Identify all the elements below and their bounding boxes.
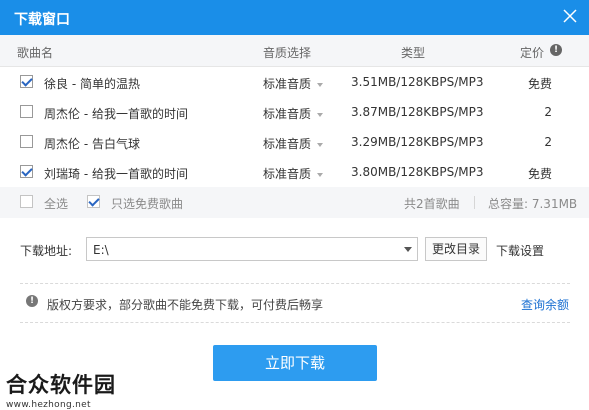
close-icon[interactable] bbox=[563, 9, 577, 23]
select-all-label[interactable]: 全选 bbox=[44, 195, 68, 212]
chevron-down-icon bbox=[317, 142, 324, 147]
song-name: 周杰伦 - 告白气球 bbox=[44, 137, 140, 151]
chevron-down-icon bbox=[317, 82, 324, 87]
divider bbox=[20, 283, 570, 284]
info-icon[interactable]: ! bbox=[550, 44, 562, 56]
table-header: 歌曲名 音质选择 类型 定价 ! bbox=[0, 35, 589, 67]
watermark-title: 合众软件园 bbox=[6, 373, 116, 397]
table-row[interactable]: 周杰伦 - 告白气球 标准音质 3.29MB/128KBPS/MP3 2 bbox=[0, 127, 589, 157]
row-checkbox[interactable] bbox=[20, 75, 33, 88]
quality-label: 标准音质 bbox=[263, 137, 312, 151]
window-title: 下载窗口 bbox=[14, 12, 70, 28]
song-price: 2 bbox=[544, 135, 552, 149]
song-type: 3.51MB/128KBPS/MP3 bbox=[351, 75, 484, 89]
download-path-value: E:\ bbox=[93, 243, 109, 257]
only-free-checkbox[interactable] bbox=[87, 195, 100, 208]
table-row[interactable]: 徐良 - 简单的温热 标准音质 3.51MB/128KBPS/MP3 免费 bbox=[0, 67, 589, 97]
quality-label: 标准音质 bbox=[263, 107, 312, 121]
song-name: 刘瑞琦 - 给我一首歌的时间 bbox=[44, 167, 188, 181]
quality-select[interactable]: 标准音质 bbox=[263, 165, 324, 182]
header-type: 类型 bbox=[401, 46, 426, 60]
quality-select[interactable]: 标准音质 bbox=[263, 135, 324, 152]
download-now-button[interactable]: 立即下载 bbox=[213, 345, 377, 381]
download-path-label: 下载地址: bbox=[20, 244, 73, 258]
song-price: 免费 bbox=[527, 167, 552, 181]
quality-label: 标准音质 bbox=[263, 77, 312, 91]
exclamation-icon: ! bbox=[26, 295, 38, 307]
divider bbox=[474, 196, 475, 209]
song-type: 3.29MB/128KBPS/MP3 bbox=[351, 135, 484, 149]
total-capacity: 总容量: 7.31MB bbox=[488, 197, 578, 211]
change-directory-button[interactable]: 更改目录 bbox=[425, 237, 487, 261]
quality-label: 标准音质 bbox=[263, 167, 312, 181]
select-all-checkbox[interactable] bbox=[20, 195, 33, 208]
only-free-label[interactable]: 只选免费歌曲 bbox=[111, 195, 183, 212]
header-price: 定价 bbox=[520, 46, 545, 60]
song-type: 3.87MB/128KBPS/MP3 bbox=[351, 105, 484, 119]
song-count: 共2首歌曲 bbox=[404, 197, 460, 211]
song-list: 徐良 - 简单的温热 标准音质 3.51MB/128KBPS/MP3 免费 周杰… bbox=[0, 67, 589, 187]
chevron-down-icon bbox=[317, 172, 324, 177]
check-balance-link[interactable]: 查询余额 bbox=[521, 296, 569, 313]
header-song-name: 歌曲名 bbox=[17, 46, 54, 60]
table-row[interactable]: 周杰伦 - 给我一首歌的时间 标准音质 3.87MB/128KBPS/MP3 2 bbox=[0, 97, 589, 127]
watermark-logo: 合众软件园 www.hezhong.net bbox=[6, 369, 116, 410]
quality-select[interactable]: 标准音质 bbox=[263, 75, 324, 92]
divider bbox=[20, 322, 570, 323]
watermark-url: www.hezhong.net bbox=[6, 400, 91, 410]
song-type: 3.80MB/128KBPS/MP3 bbox=[351, 165, 484, 179]
row-checkbox[interactable] bbox=[20, 135, 33, 148]
title-bar: 下载窗口 bbox=[0, 0, 589, 35]
copyright-notice: 版权方要求，部分歌曲不能免费下载，可付费后畅享 bbox=[47, 298, 324, 312]
song-name: 徐良 - 简单的温热 bbox=[44, 77, 140, 91]
chevron-down-icon[interactable] bbox=[399, 238, 417, 260]
row-checkbox[interactable] bbox=[20, 165, 33, 178]
quality-select[interactable]: 标准音质 bbox=[263, 105, 324, 122]
table-row[interactable]: 刘瑞琦 - 给我一首歌的时间 标准音质 3.80MB/128KBPS/MP3 免… bbox=[0, 157, 589, 187]
selection-bar: 全选 只选免费歌曲 共2首歌曲 总容量: 7.31MB bbox=[0, 187, 589, 218]
song-price: 2 bbox=[544, 105, 552, 119]
download-settings-link[interactable]: 下载设置 bbox=[496, 242, 544, 259]
song-name: 周杰伦 - 给我一首歌的时间 bbox=[44, 107, 188, 121]
download-path-select[interactable]: E:\ bbox=[86, 237, 418, 261]
header-quality: 音质选择 bbox=[263, 46, 312, 60]
chevron-down-icon bbox=[317, 112, 324, 117]
row-checkbox[interactable] bbox=[20, 105, 33, 118]
song-price: 免费 bbox=[527, 77, 552, 91]
